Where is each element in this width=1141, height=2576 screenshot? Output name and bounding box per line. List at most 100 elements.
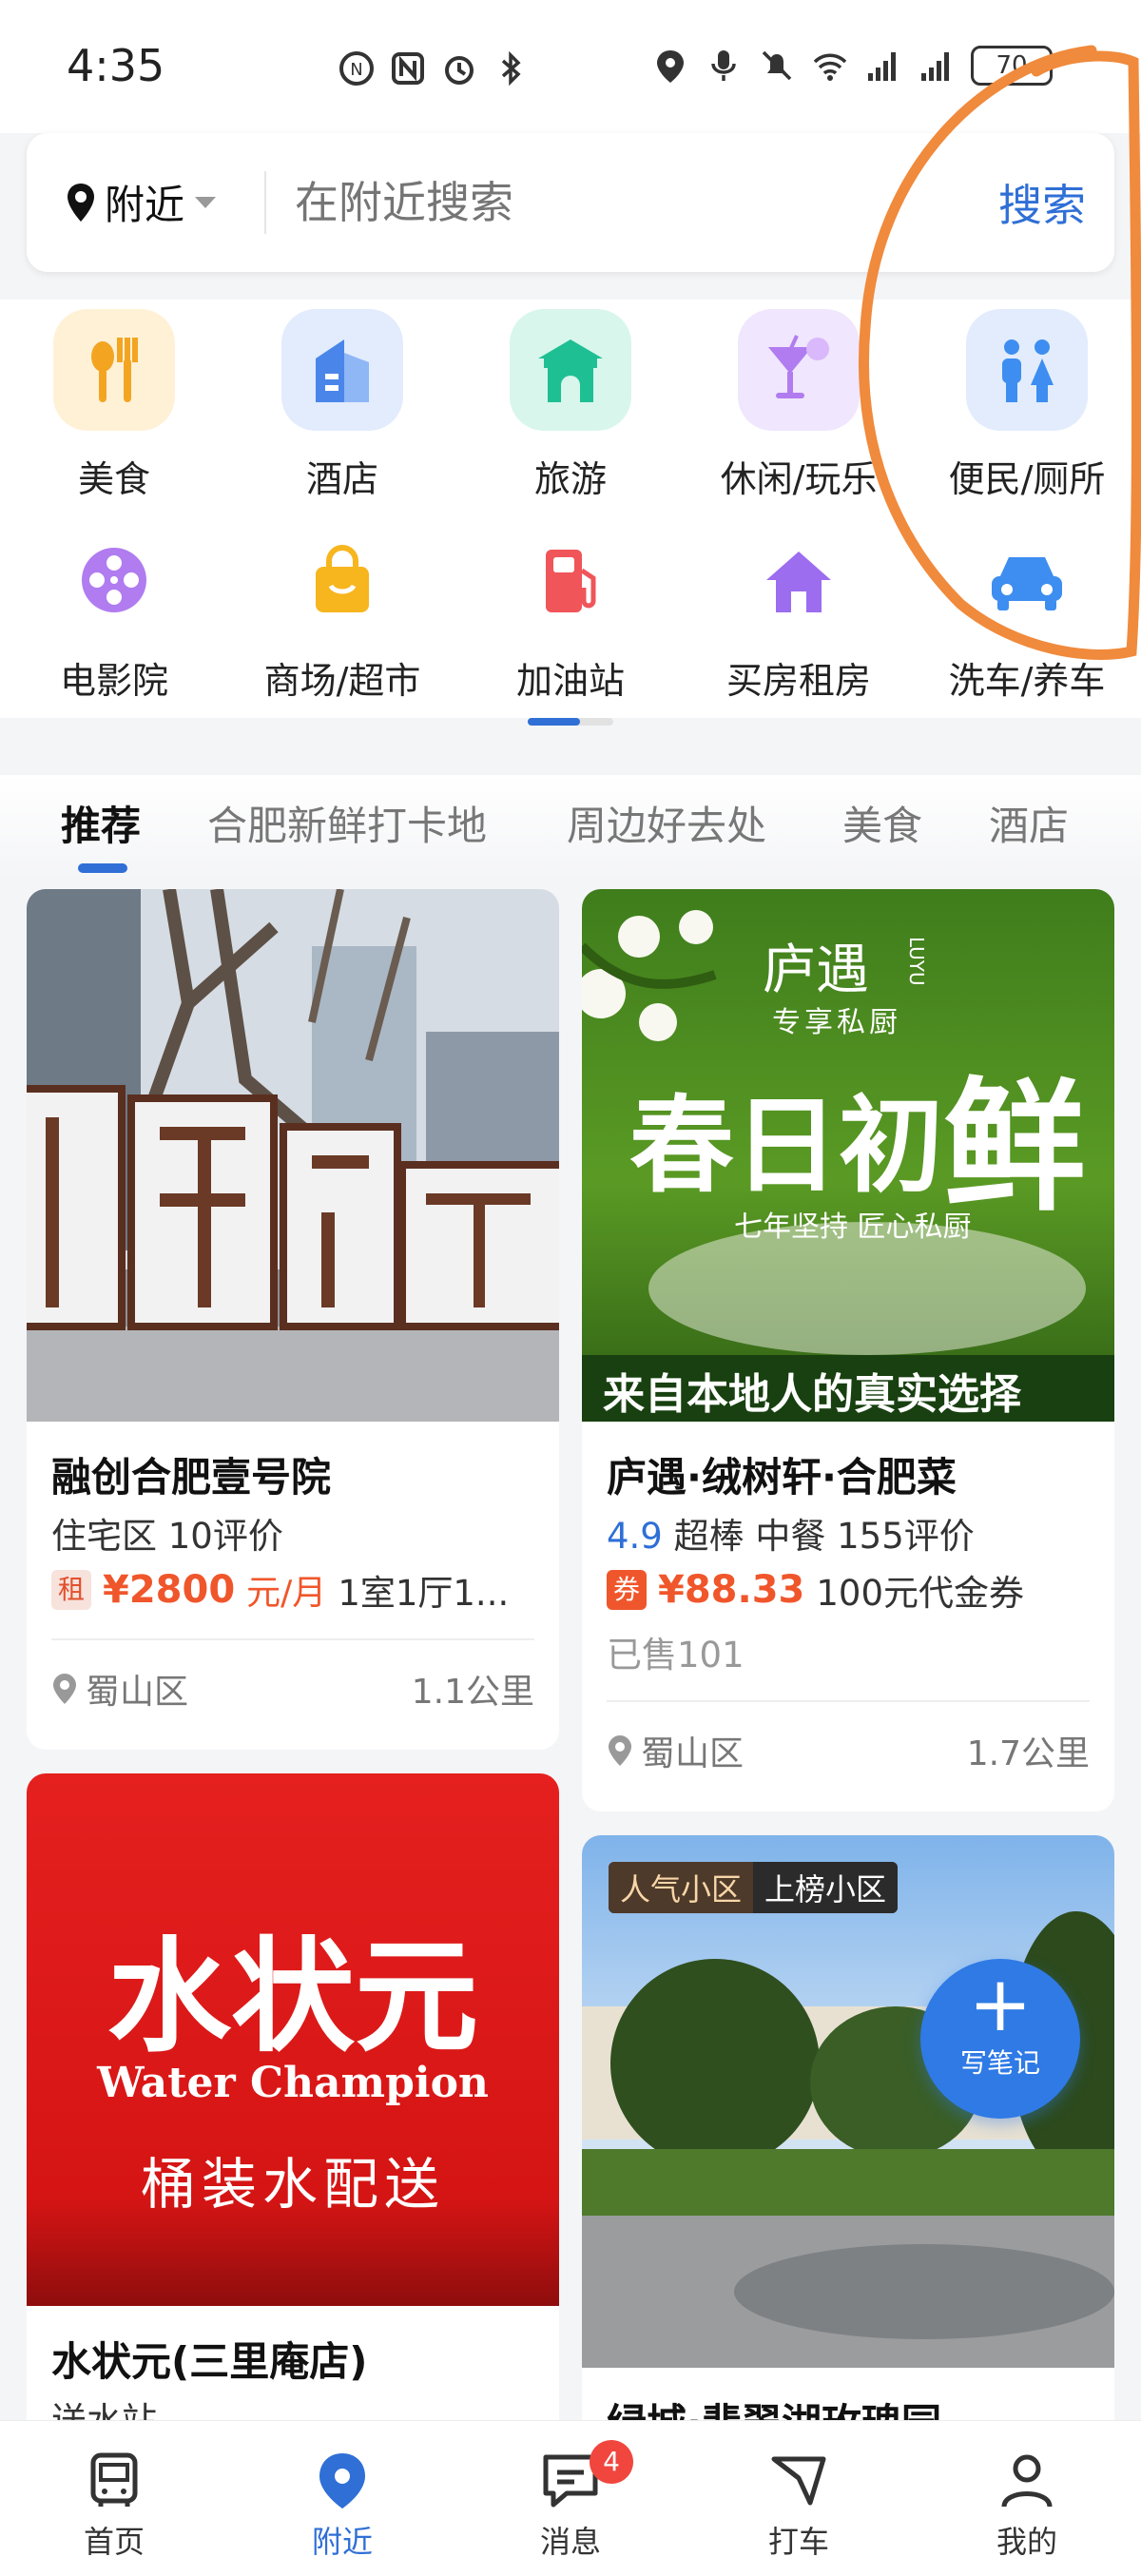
category-travel[interactable]: 旅游 (456, 309, 685, 502)
location-pin-icon (68, 183, 94, 222)
search-input[interactable] (295, 171, 960, 234)
card-restaurant[interactable]: 庐遇 LUYU 专享私厨 春日初 鲜 七年坚持 匠心私厨 来自本地人的真实选择 … (582, 889, 1114, 1811)
signal-2-icon (921, 52, 949, 81)
category-label: 酒店 (305, 458, 378, 500)
category-label: 洗车/养车 (948, 660, 1106, 702)
tab-recommend[interactable]: 推荐 (61, 794, 141, 852)
card-rating-row: 4.9 超棒 中餐 155评价 (607, 1507, 975, 1559)
signal-icon (868, 52, 896, 81)
nav-nearby[interactable]: 附近 (228, 2450, 456, 2562)
category-mall[interactable]: 商场/超市 (228, 528, 456, 704)
promo-slogan: 七年坚持 匠心私厨 (734, 1211, 972, 1244)
plus-icon: + (968, 1960, 1033, 2048)
card-title: 水状元(三里庵店) (51, 2338, 368, 2385)
brand-logo: 庐遇 (763, 939, 869, 1001)
card-community[interactable]: 人气小区 上榜小区 绿城·翡翠湖玫瑰园 (582, 1835, 1114, 2444)
tab-nearby-places[interactable]: 周边好去处 (567, 794, 766, 852)
category-grid: 美食 酒店 旅游 休闲/玩乐 便民/厕所 电影院 商场/超市 加油站 买房租房 … (0, 300, 1141, 718)
write-note-label: 写笔记 (959, 2047, 1040, 2079)
nav-messages[interactable]: 4 消息 (456, 2440, 685, 2562)
location-pin-icon (609, 1735, 631, 1766)
district: 蜀山区 (86, 1673, 189, 1712)
price-desc: 100元代金券 (816, 1573, 1024, 1614)
tab-food[interactable]: 美食 (842, 794, 922, 852)
category-cinema[interactable]: 电影院 (0, 528, 228, 704)
category-label: 美食 (77, 458, 150, 500)
category-leisure[interactable]: 休闲/玩乐 (685, 309, 913, 502)
category-car-wash[interactable]: 洗车/养车 (913, 528, 1141, 704)
card-title: 融创合肥壹号院 (51, 1454, 332, 1501)
nav-taxi[interactable]: 打车 (685, 2450, 913, 2562)
card-residence[interactable]: 融创合肥壹号院 住宅区 10评价 租 ¥2800 元/月 1室1厅1... 蜀山… (27, 889, 559, 1750)
distance: 1.1公里 (411, 1673, 534, 1712)
tab-hefei-checkin[interactable]: 合肥新鲜打卡地 (207, 794, 487, 852)
microphone-icon (711, 50, 736, 81)
rating-score: 4.9 (607, 1516, 663, 1557)
category-housing[interactable]: 买房租房 (685, 528, 913, 704)
bottom-nav: 首页 附近 4 消息 打车 我的 (0, 2420, 1141, 2576)
location-selector[interactable]: 附近 (65, 173, 219, 231)
wifi-icon (813, 53, 847, 81)
card-footer: 蜀山区 1.1公里 (51, 1664, 534, 1714)
badge-ranked: 上榜小区 (753, 1862, 899, 1913)
price-value: ¥2800 (103, 1568, 236, 1612)
brand-en: Water Champion (97, 2059, 489, 2107)
price-unit: 元/月 (246, 1574, 327, 1613)
promo-banner: 来自本地人的真实选择 (603, 1370, 1021, 1419)
card-divider (51, 1638, 534, 1640)
distance: 1.7公里 (966, 1734, 1090, 1773)
nav-label: 首页 (83, 2524, 145, 2560)
location-pin-icon (319, 2453, 365, 2508)
film-reel-icon (62, 528, 166, 632)
home-bus-icon (90, 2452, 138, 2507)
rent-tag: 租 (51, 1570, 91, 1610)
status-left-icons: N (338, 49, 530, 87)
nav-label: 我的 (996, 2524, 1057, 2560)
category-label: 商场/超市 (263, 660, 421, 702)
residence-photo (27, 889, 559, 1422)
search-button[interactable]: 搜索 (998, 171, 1086, 234)
card-subtitle: 住宅区 10评价 (51, 1516, 283, 1557)
nav-label: 打车 (767, 2524, 829, 2560)
gas-pump-icon (518, 528, 623, 632)
house-icon (746, 528, 851, 632)
restroom-icon (966, 309, 1088, 431)
shopping-bag-icon (290, 528, 395, 632)
location-pin-icon (53, 1674, 76, 1704)
profile-icon (1001, 2454, 1053, 2508)
car-icon (975, 528, 1079, 632)
mute-bell-icon (762, 50, 792, 81)
location-label: 附近 (105, 182, 185, 228)
status-time: 4:35 (67, 40, 165, 91)
hotel-icon (281, 309, 403, 431)
feed-tabs: 推荐 合肥新鲜打卡地 周边好去处 美食 酒店 (0, 775, 1141, 880)
status-bar: 4:35 N 70 (0, 0, 1141, 133)
nav-home[interactable]: 首页 (0, 2450, 228, 2562)
category-label: 旅游 (533, 458, 607, 500)
nav-label: 消息 (539, 2524, 601, 2560)
message-badge: 4 (590, 2440, 633, 2484)
price-desc: 1室1厅1... (338, 1573, 510, 1614)
badge-popular: 人气小区 (609, 1862, 754, 1913)
search-divider (264, 171, 266, 234)
category-label: 电影院 (59, 660, 168, 702)
sold-count: 已售101 (607, 1635, 745, 1675)
battery-icon: 70 (971, 46, 1053, 86)
category-gas-station[interactable]: 加油站 (456, 528, 685, 704)
travel-icon (510, 309, 631, 431)
price-value: ¥88.33 (658, 1568, 805, 1612)
category-label: 买房租房 (725, 660, 871, 702)
category-hotel[interactable]: 酒店 (228, 309, 456, 502)
cocktail-icon (738, 309, 860, 431)
card-water-delivery[interactable]: 水状元 Water Champion 桶装水配送 水状元(三里庵店) 送水站 (27, 1773, 559, 2439)
category-food[interactable]: 美食 (0, 309, 228, 502)
nav-profile[interactable]: 我的 (913, 2450, 1141, 2562)
community-badges: 人气小区 上榜小区 (609, 1862, 899, 1913)
card-title: 庐遇·绒树轩·合肥菜 (607, 1454, 957, 1501)
tab-hotel[interactable]: 酒店 (989, 794, 1069, 852)
card-divider (607, 1700, 1090, 1702)
write-note-button[interactable]: + 写笔记 (920, 1959, 1080, 2119)
category-convenience[interactable]: 便民/厕所 (913, 309, 1141, 502)
status-right-icons: 70 (651, 46, 1053, 86)
district: 蜀山区 (641, 1734, 745, 1773)
